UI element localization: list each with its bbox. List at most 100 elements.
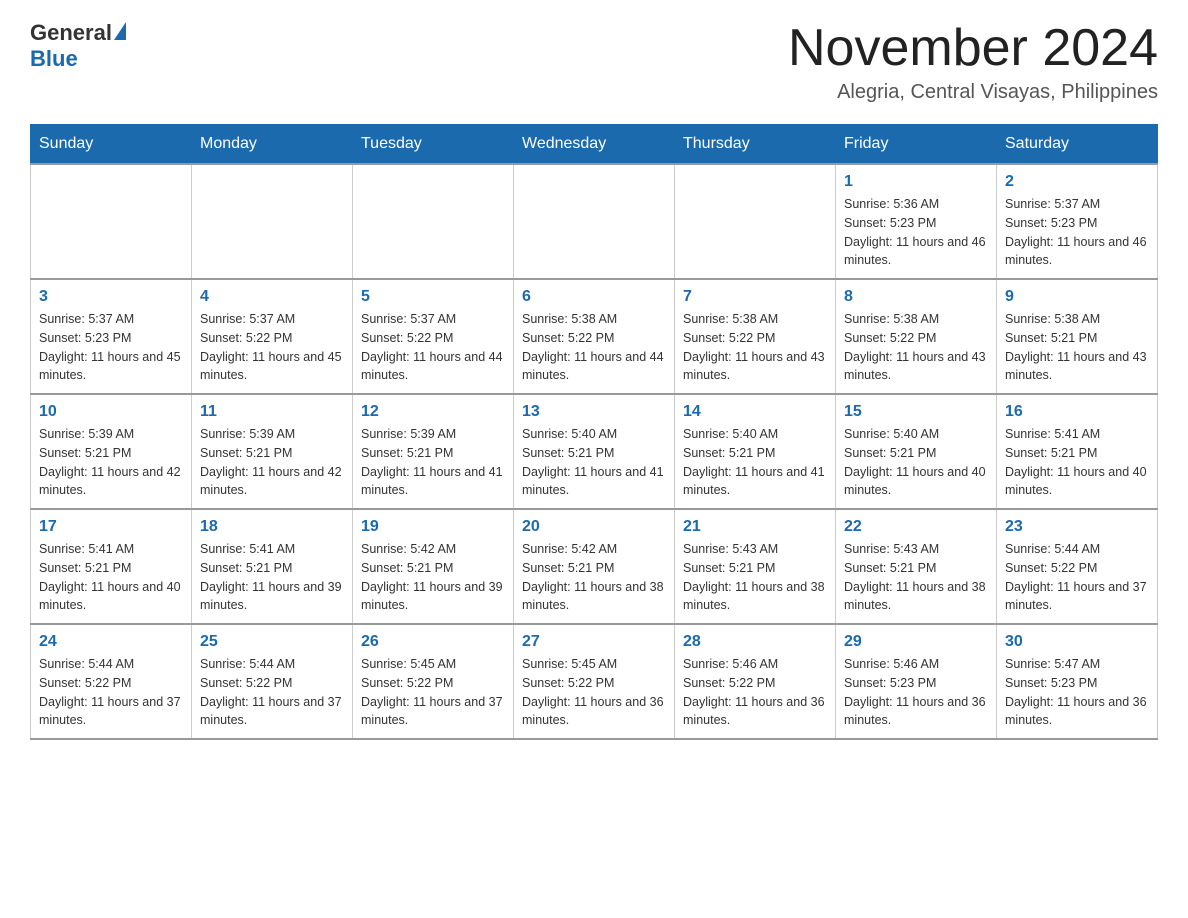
day-number: 6 [522,288,666,306]
day-info: Sunrise: 5:41 AM Sunset: 5:21 PM Dayligh… [1005,425,1149,500]
calendar-cell: 18 Sunrise: 5:41 AM Sunset: 5:21 PM Dayli… [192,509,353,624]
day-info: Sunrise: 5:39 AM Sunset: 5:21 PM Dayligh… [361,425,505,500]
calendar-week-0: 1 Sunrise: 5:36 AM Sunset: 5:23 PM Daylig… [31,164,1158,279]
day-info: Sunrise: 5:39 AM Sunset: 5:21 PM Dayligh… [39,425,183,500]
day-info: Sunrise: 5:38 AM Sunset: 5:21 PM Dayligh… [1005,310,1149,385]
day-info: Sunrise: 5:36 AM Sunset: 5:23 PM Dayligh… [844,195,988,270]
day-number: 25 [200,633,344,651]
calendar-cell: 20 Sunrise: 5:42 AM Sunset: 5:21 PM Dayli… [514,509,675,624]
day-number: 13 [522,403,666,421]
calendar-cell [514,164,675,279]
day-number: 26 [361,633,505,651]
calendar-cell [353,164,514,279]
day-number: 1 [844,173,988,191]
day-info: Sunrise: 5:42 AM Sunset: 5:21 PM Dayligh… [361,540,505,615]
calendar-week-1: 3Sunrise: 5:37 AM Sunset: 5:23 PM Daylig… [31,279,1158,394]
calendar-cell: 24 Sunrise: 5:44 AM Sunset: 5:22 PM Dayli… [31,624,192,739]
day-number: 7 [683,288,827,306]
calendar-week-3: 17Sunrise: 5:41 AM Sunset: 5:21 PM Dayli… [31,509,1158,624]
day-number: 19 [361,518,505,536]
calendar-cell: 11Sunrise: 5:39 AM Sunset: 5:21 PM Dayli… [192,394,353,509]
calendar-cell [31,164,192,279]
day-number: 12 [361,403,505,421]
calendar-cell: 25 Sunrise: 5:44 AM Sunset: 5:22 PM Dayli… [192,624,353,739]
day-info: Sunrise: 5:44 AM Sunset: 5:22 PM Dayligh… [200,655,344,730]
calendar-cell: 13 Sunrise: 5:40 AM Sunset: 5:21 PM Dayli… [514,394,675,509]
calendar-cell: 16Sunrise: 5:41 AM Sunset: 5:21 PM Dayli… [997,394,1158,509]
calendar-cell: 27 Sunrise: 5:45 AM Sunset: 5:22 PM Dayli… [514,624,675,739]
day-info: Sunrise: 5:38 AM Sunset: 5:22 PM Dayligh… [683,310,827,385]
day-info: Sunrise: 5:47 AM Sunset: 5:23 PM Dayligh… [1005,655,1149,730]
calendar-cell: 28Sunrise: 5:46 AM Sunset: 5:22 PM Dayli… [675,624,836,739]
day-info: Sunrise: 5:38 AM Sunset: 5:22 PM Dayligh… [844,310,988,385]
calendar-cell: 5 Sunrise: 5:37 AM Sunset: 5:22 PM Daylig… [353,279,514,394]
calendar-cell: 21Sunrise: 5:43 AM Sunset: 5:21 PM Dayli… [675,509,836,624]
day-number: 11 [200,403,344,421]
day-number: 9 [1005,288,1149,306]
day-number: 4 [200,288,344,306]
calendar-cell: 19 Sunrise: 5:42 AM Sunset: 5:21 PM Dayli… [353,509,514,624]
calendar-cell: 29 Sunrise: 5:46 AM Sunset: 5:23 PM Dayli… [836,624,997,739]
calendar-cell: 3Sunrise: 5:37 AM Sunset: 5:23 PM Daylig… [31,279,192,394]
day-info: Sunrise: 5:44 AM Sunset: 5:22 PM Dayligh… [39,655,183,730]
calendar-cell: 6Sunrise: 5:38 AM Sunset: 5:22 PM Daylig… [514,279,675,394]
logo: General Blue [30,20,126,72]
calendar-cell: 1 Sunrise: 5:36 AM Sunset: 5:23 PM Daylig… [836,164,997,279]
day-number: 5 [361,288,505,306]
calendar-cell: 14 Sunrise: 5:40 AM Sunset: 5:21 PM Dayli… [675,394,836,509]
logo-blue-text: Blue [30,46,78,72]
calendar-cell: 23 Sunrise: 5:44 AM Sunset: 5:22 PM Dayli… [997,509,1158,624]
month-title: November 2024 [788,20,1158,77]
calendar-dow-tuesday: Tuesday [353,125,514,165]
day-number: 23 [1005,518,1149,536]
day-number: 18 [200,518,344,536]
calendar-cell: 7 Sunrise: 5:38 AM Sunset: 5:22 PM Daylig… [675,279,836,394]
page-header: General Blue November 2024 Alegria, Cent… [30,20,1158,104]
calendar-cell: 2Sunrise: 5:37 AM Sunset: 5:23 PM Daylig… [997,164,1158,279]
logo-triangle-icon [114,22,126,40]
day-info: Sunrise: 5:45 AM Sunset: 5:22 PM Dayligh… [522,655,666,730]
calendar-cell: 17Sunrise: 5:41 AM Sunset: 5:21 PM Dayli… [31,509,192,624]
calendar-dow-wednesday: Wednesday [514,125,675,165]
day-number: 8 [844,288,988,306]
calendar-table: SundayMondayTuesdayWednesdayThursdayFrid… [30,124,1158,740]
calendar-dow-thursday: Thursday [675,125,836,165]
day-number: 10 [39,403,183,421]
calendar-dow-saturday: Saturday [997,125,1158,165]
calendar-cell: 22 Sunrise: 5:43 AM Sunset: 5:21 PM Dayli… [836,509,997,624]
calendar-dow-sunday: Sunday [31,125,192,165]
day-info: Sunrise: 5:37 AM Sunset: 5:22 PM Dayligh… [361,310,505,385]
day-number: 29 [844,633,988,651]
calendar-week-2: 10 Sunrise: 5:39 AM Sunset: 5:21 PM Dayli… [31,394,1158,509]
day-number: 30 [1005,633,1149,651]
day-info: Sunrise: 5:42 AM Sunset: 5:21 PM Dayligh… [522,540,666,615]
title-block: November 2024 Alegria, Central Visayas, … [788,20,1158,104]
calendar-dow-friday: Friday [836,125,997,165]
day-number: 14 [683,403,827,421]
calendar-cell: 10 Sunrise: 5:39 AM Sunset: 5:21 PM Dayli… [31,394,192,509]
day-number: 22 [844,518,988,536]
day-info: Sunrise: 5:45 AM Sunset: 5:22 PM Dayligh… [361,655,505,730]
day-info: Sunrise: 5:37 AM Sunset: 5:22 PM Dayligh… [200,310,344,385]
calendar-cell [675,164,836,279]
calendar-header-row: SundayMondayTuesdayWednesdayThursdayFrid… [31,125,1158,165]
day-info: Sunrise: 5:40 AM Sunset: 5:21 PM Dayligh… [683,425,827,500]
day-info: Sunrise: 5:46 AM Sunset: 5:23 PM Dayligh… [844,655,988,730]
calendar-cell: 12 Sunrise: 5:39 AM Sunset: 5:21 PM Dayli… [353,394,514,509]
day-number: 28 [683,633,827,651]
day-number: 2 [1005,173,1149,191]
day-number: 15 [844,403,988,421]
day-number: 24 [39,633,183,651]
day-info: Sunrise: 5:44 AM Sunset: 5:22 PM Dayligh… [1005,540,1149,615]
day-info: Sunrise: 5:43 AM Sunset: 5:21 PM Dayligh… [683,540,827,615]
calendar-cell: 26 Sunrise: 5:45 AM Sunset: 5:22 PM Dayli… [353,624,514,739]
day-info: Sunrise: 5:43 AM Sunset: 5:21 PM Dayligh… [844,540,988,615]
day-info: Sunrise: 5:41 AM Sunset: 5:21 PM Dayligh… [39,540,183,615]
day-info: Sunrise: 5:40 AM Sunset: 5:21 PM Dayligh… [522,425,666,500]
logo-general-text: General [30,20,112,46]
day-info: Sunrise: 5:41 AM Sunset: 5:21 PM Dayligh… [200,540,344,615]
day-number: 27 [522,633,666,651]
day-number: 20 [522,518,666,536]
calendar-week-4: 24 Sunrise: 5:44 AM Sunset: 5:22 PM Dayli… [31,624,1158,739]
calendar-cell: 9 Sunrise: 5:38 AM Sunset: 5:21 PM Daylig… [997,279,1158,394]
